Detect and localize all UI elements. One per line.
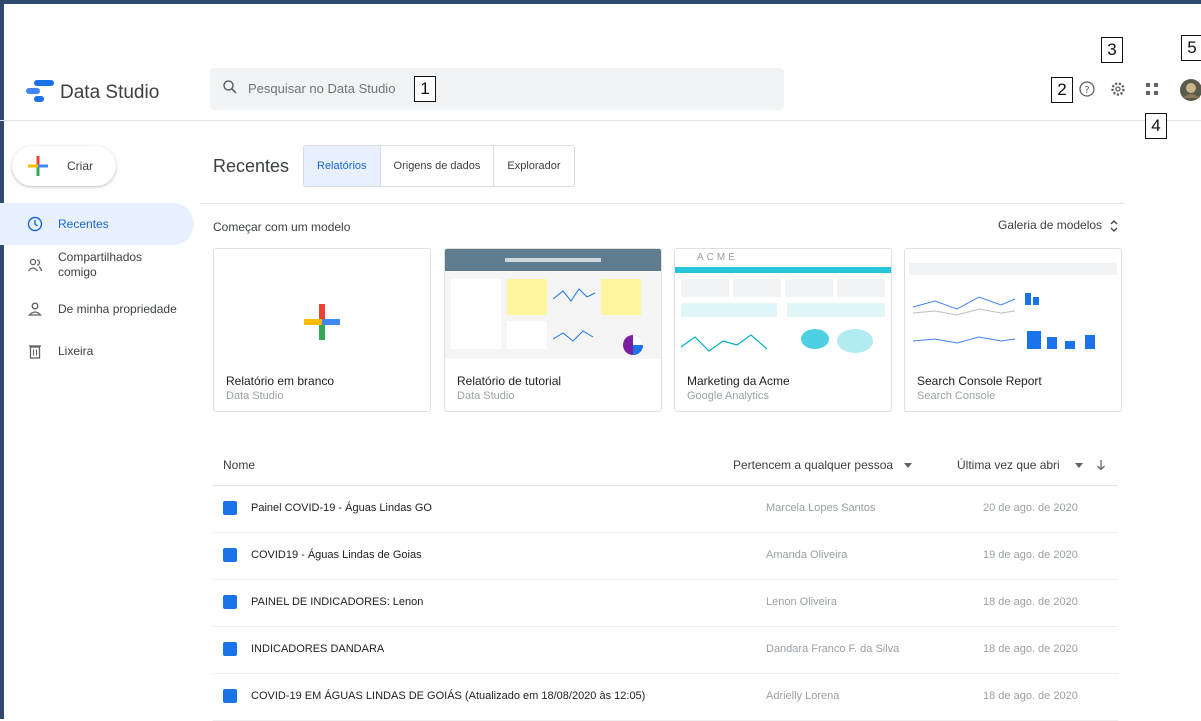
- report-date: 19 de ago. de 2020: [983, 549, 1078, 561]
- trash-icon: [29, 345, 41, 359]
- app-name[interactable]: Data Studio: [60, 82, 159, 104]
- search-bar[interactable]: Pesquisar no Data Studio: [210, 68, 784, 110]
- dropdown-arrow-icon: [904, 462, 913, 468]
- report-date: 20 de ago. de 2020: [983, 502, 1078, 514]
- acme-preview-image: [675, 249, 891, 359]
- user-avatar[interactable]: [1179, 78, 1201, 102]
- create-button[interactable]: Criar: [12, 146, 116, 186]
- template-card-acme[interactable]: ACME Marketing da Acme Google Analytics: [674, 248, 892, 412]
- templates-section-label: Começar com um modelo: [213, 220, 351, 234]
- unfold-icon: [1110, 219, 1118, 232]
- report-owner: Dandara Franco F. da Silva: [766, 643, 900, 655]
- sort-descending-icon[interactable]: [1096, 459, 1106, 471]
- table-row[interactable]: COVID19 - Águas Lindas de Goias Amanda O…: [213, 533, 1118, 580]
- annotation-callout-2: 2: [1051, 77, 1073, 103]
- template-card-blank[interactable]: Relatório em branco Data Studio: [213, 248, 431, 412]
- report-icon: [223, 642, 237, 656]
- column-header-name[interactable]: Nome: [223, 458, 255, 472]
- report-owner: Lenon Oliveira: [766, 596, 837, 608]
- report-icon: [223, 595, 237, 609]
- template-name: Search Console Report: [917, 374, 1042, 388]
- tab-bar: Relatórios Origens de dados Explorador: [303, 145, 575, 187]
- table-row[interactable]: COVID-19 EM ÁGUAS LINDAS DE GOIÁS (Atual…: [213, 674, 1118, 721]
- template-thumbnail: ACME: [675, 249, 891, 359]
- template-card-search-console[interactable]: Search Console Report Search Console: [904, 248, 1122, 412]
- template-thumbnail: [214, 249, 430, 359]
- template-source: Google Analytics: [687, 390, 769, 402]
- report-name[interactable]: Painel COVID-19 - Águas Lindas GO: [251, 502, 432, 514]
- annotation-callout-5: 5: [1181, 35, 1201, 61]
- template-name: Marketing da Acme: [687, 374, 790, 388]
- report-icon: [223, 501, 237, 515]
- sidebar-item-recentes[interactable]: Recentes: [0, 203, 194, 245]
- template-gallery-toggle[interactable]: Galeria de modelos: [998, 218, 1119, 232]
- template-name: Relatório de tutorial: [457, 374, 562, 388]
- tab-explorador[interactable]: Explorador: [493, 146, 573, 186]
- dropdown-arrow-icon: [1075, 462, 1084, 468]
- report-icon: [223, 689, 237, 703]
- template-source: Data Studio: [457, 390, 515, 402]
- report-name[interactable]: COVID19 - Águas Lindas de Goias: [251, 549, 422, 561]
- template-card-tutorial[interactable]: Relatório de tutorial Data Studio: [444, 248, 662, 412]
- sidebar-item-de-minha-propriedade[interactable]: De minha propriedade: [12, 288, 194, 330]
- sidebar-item-label: Lixeira: [58, 344, 94, 358]
- annotation-callout-1: 1: [414, 76, 436, 102]
- svg-text:?: ?: [1084, 85, 1089, 96]
- report-date: 18 de ago. de 2020: [983, 643, 1078, 655]
- table-row[interactable]: INDICADORES DANDARA Dandara Franco F. da…: [213, 627, 1118, 674]
- table-row[interactable]: Painel COVID-19 - Águas Lindas GO Marcel…: [213, 486, 1118, 533]
- template-source: Data Studio: [226, 390, 284, 402]
- tab-origens-de-dados[interactable]: Origens de dados: [379, 146, 494, 186]
- section-divider: [200, 203, 1125, 204]
- apps-grid-icon[interactable]: [1145, 82, 1159, 96]
- search-input[interactable]: Pesquisar no Data Studio: [248, 81, 395, 96]
- report-owner: Amanda Oliveira: [766, 549, 848, 561]
- table-row[interactable]: PAINEL DE INDICADORES: Lenon Lenon Olive…: [213, 580, 1118, 627]
- column-header-owner[interactable]: Pertencem a qualquer pessoa: [733, 458, 913, 472]
- clock-icon: [27, 216, 43, 232]
- gallery-label: Galeria de modelos: [998, 218, 1103, 232]
- acme-logo: ACME: [697, 252, 738, 263]
- template-source: Search Console: [917, 390, 996, 402]
- shared-people-icon: [27, 258, 43, 272]
- template-thumbnail: [445, 249, 661, 359]
- owner-filter-label: Pertencem a qualquer pessoa: [733, 458, 894, 472]
- colorful-plus-icon: [28, 156, 48, 176]
- annotation-callout-3: 3: [1101, 37, 1123, 63]
- sidebar-item-label: Compartilhados comigo: [58, 250, 143, 279]
- report-name[interactable]: INDICADORES DANDARA: [251, 643, 384, 655]
- report-name[interactable]: COVID-19 EM ÁGUAS LINDAS DE GOIÁS (Atual…: [251, 690, 645, 702]
- tutorial-preview-image: [445, 249, 661, 359]
- report-date: 18 de ago. de 2020: [983, 690, 1078, 702]
- annotation-callout-4: 4: [1145, 113, 1167, 139]
- sidebar-item-compartilhados[interactable]: Compartilhados comigo: [12, 244, 194, 286]
- sidebar-item-label: De minha propriedade: [58, 302, 177, 316]
- date-sort-label: Última vez que abri: [957, 458, 1060, 472]
- template-name: Relatório em branco: [226, 374, 335, 388]
- colorful-plus-icon: [304, 304, 340, 340]
- settings-gear-icon[interactable]: [1109, 80, 1127, 98]
- report-date: 18 de ago. de 2020: [983, 596, 1078, 608]
- template-thumbnail: [905, 249, 1121, 359]
- person-icon: [28, 302, 42, 316]
- tab-relatorios[interactable]: Relatórios: [304, 146, 380, 186]
- search-icon: [223, 80, 237, 94]
- data-studio-logo-icon[interactable]: [24, 76, 58, 106]
- report-owner: Adrielly Lorena: [766, 690, 840, 702]
- search-console-preview-image: [905, 249, 1121, 359]
- top-app-bar: Data Studio Pesquisar no Data Studio 1 2…: [0, 0, 1201, 139]
- column-header-date[interactable]: Última vez que abri: [957, 458, 1084, 472]
- create-button-label: Criar: [67, 159, 93, 173]
- help-icon[interactable]: ?: [1078, 80, 1096, 98]
- report-icon: [223, 548, 237, 562]
- report-name[interactable]: PAINEL DE INDICADORES: Lenon: [251, 596, 423, 608]
- page-title: Recentes: [213, 156, 290, 176]
- sidebar-item-lixeira[interactable]: Lixeira: [12, 330, 194, 372]
- sidebar-item-label: Recentes: [58, 217, 109, 231]
- report-owner: Marcela Lopes Santos: [766, 502, 876, 514]
